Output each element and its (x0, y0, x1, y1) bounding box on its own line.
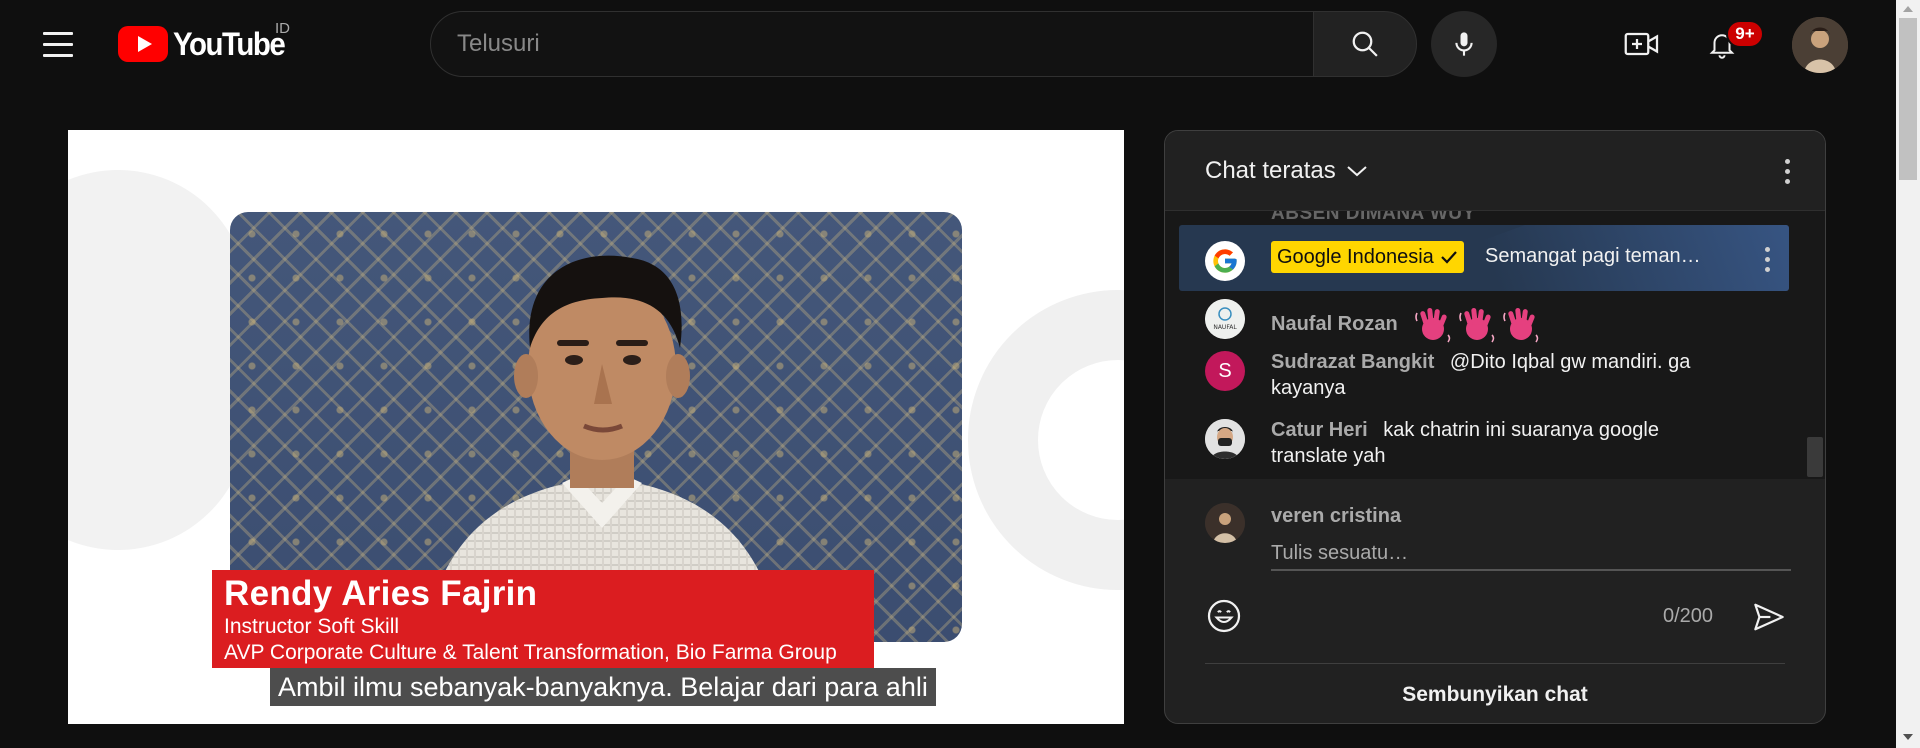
chat-message-list[interactable]: ABSEN DIMANA WUY Google Indonesia Semang… (1165, 211, 1825, 479)
chat-scroll-thumb[interactable] (1807, 437, 1823, 477)
avatar-letter: S (1218, 359, 1232, 382)
speaker-role: Instructor Soft Skill (224, 615, 400, 638)
avatar: S (1205, 351, 1245, 391)
send-icon (1754, 603, 1784, 631)
page-scroll-thumb[interactable] (1899, 18, 1917, 180)
dot (1784, 158, 1790, 164)
waving-hand-icon (1459, 307, 1495, 343)
google-avatar (1205, 241, 1245, 281)
masthead: YouTube ID 9+ (0, 0, 1896, 88)
avatar-image (1792, 17, 1848, 73)
chat-author: Naufal Rozan (1271, 313, 1398, 336)
divider (1205, 663, 1785, 664)
chat-input-area: veren cristina 0/200 (1165, 479, 1825, 663)
menu-bar (43, 42, 73, 46)
scroll-up-arrow-icon[interactable] (1903, 6, 1913, 12)
character-count: 0/200 (1663, 605, 1714, 627)
live-chat-panel: Chat teratas ABSEN DIMANA WUY Google Ind (1164, 130, 1826, 724)
emoji-group (1413, 307, 1545, 343)
notification-count-badge: 9+ (1726, 20, 1764, 48)
chat-message-input[interactable] (1271, 537, 1791, 571)
youtube-logo[interactable]: YouTube (118, 22, 294, 66)
search-input[interactable] (457, 12, 1277, 76)
create-button[interactable] (1620, 24, 1664, 64)
chevron-down-icon (1347, 166, 1367, 177)
chat-title: Chat teratas (1205, 157, 1336, 184)
owner-author-badge[interactable]: Google Indonesia (1271, 241, 1464, 273)
chat-mode-selector[interactable]: Chat teratas (1205, 157, 1368, 185)
emoji-picker-button[interactable] (1205, 597, 1243, 635)
dot (1784, 178, 1790, 184)
country-code: ID (275, 20, 290, 37)
speaker-name-banner: Rendy Aries Fajrin Instructor Soft Skill… (212, 570, 874, 668)
dot (1764, 266, 1770, 272)
microphone-icon (1455, 32, 1473, 56)
search-button[interactable] (1313, 11, 1417, 77)
chat-message[interactable]: S Sudrazat Bangkit @Dito Iqbal gw mandir… (1205, 351, 1795, 405)
pinned-author: Google Indonesia (1277, 245, 1434, 268)
menu-bar (43, 53, 73, 57)
smiley-icon (1207, 599, 1241, 633)
background-shape (968, 290, 1124, 590)
send-button[interactable] (1749, 597, 1789, 637)
current-user-name: veren cristina (1271, 505, 1402, 527)
background-shape (68, 170, 248, 550)
account-avatar[interactable] (1792, 17, 1848, 73)
chat-more-options-icon[interactable] (1777, 155, 1797, 187)
hide-chat-button[interactable]: Sembunyikan chat (1165, 665, 1825, 723)
scroll-down-arrow-icon[interactable] (1903, 734, 1913, 740)
verified-check-icon (1441, 251, 1457, 264)
dot (1784, 168, 1790, 174)
avatar-image (1205, 419, 1245, 459)
chat-author: Catur Heri (1271, 419, 1368, 441)
menu-bar (43, 31, 73, 35)
chat-author: Sudrazat Bangkit (1271, 351, 1435, 373)
video-subtitle: Ambil ilmu sebanyak-banyaknya. Belajar d… (270, 668, 936, 706)
google-g-icon (1213, 249, 1237, 273)
logo-text: YouTube (173, 25, 286, 62)
avatar (1205, 419, 1245, 459)
video-player[interactable]: Rendy Aries Fajrin Instructor Soft Skill… (68, 130, 1124, 724)
search-box (430, 11, 1318, 77)
speaker-name: Rendy Aries Fajrin (224, 574, 538, 613)
chat-message[interactable]: Catur Heri kak chatrin ini suaranya goog… (1205, 419, 1795, 473)
chat-message-body: Sudrazat Bangkit @Dito Iqbal gw mandiri.… (1271, 349, 1721, 401)
chat-message[interactable]: NAUFAL Naufal Rozan (1205, 299, 1795, 343)
speaker-position: AVP Corporate Culture & Talent Transform… (224, 641, 837, 664)
avatar-image (1205, 503, 1245, 543)
svg-text:NAUFAL: NAUFAL (1213, 324, 1237, 331)
youtube-logo-icon (118, 26, 168, 62)
voice-search-button[interactable] (1431, 11, 1497, 77)
chat-message-body: Naufal Rozan (1271, 305, 1721, 345)
waving-hand-icon (1503, 307, 1539, 343)
dot (1764, 246, 1770, 252)
search-icon (1352, 31, 1378, 57)
message-more-options-icon[interactable] (1757, 243, 1777, 275)
faded-chat-message: ABSEN DIMANA WUY (1271, 211, 1476, 224)
current-user-avatar (1205, 503, 1245, 543)
avatar-image: NAUFAL (1205, 299, 1245, 339)
chat-header: Chat teratas (1165, 131, 1825, 211)
pinned-message-text: Semangat pagi teman… (1485, 245, 1701, 267)
pinned-message[interactable]: Google Indonesia Semangat pagi teman… (1179, 225, 1789, 291)
chat-message-body: Catur Heri kak chatrin ini suaranya goog… (1271, 417, 1721, 469)
avatar: NAUFAL (1205, 299, 1245, 339)
waving-hand-icon (1415, 307, 1451, 343)
menu-icon[interactable] (38, 24, 78, 64)
dot (1764, 256, 1770, 262)
create-video-icon (1624, 32, 1659, 56)
page-scrollbar[interactable] (1896, 0, 1920, 748)
